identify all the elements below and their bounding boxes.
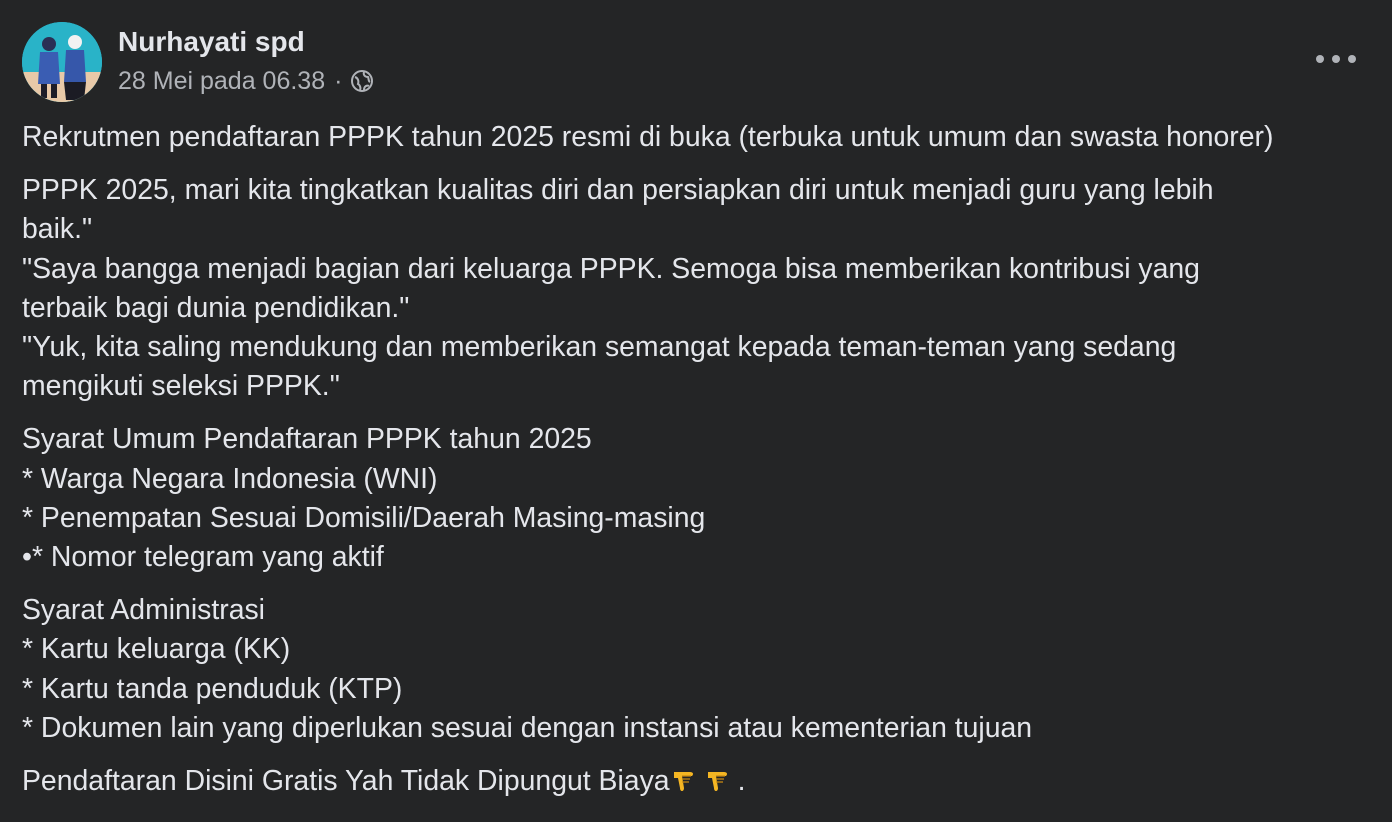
paragraph-closing: Pendaftaran Disini Gratis Yah Tidak Dipu… <box>22 762 1382 801</box>
paragraph-admin-requirements: Syarat Administrasi * Kartu keluarga (KK… <box>22 591 1382 748</box>
more-options-icon[interactable] <box>1316 44 1356 74</box>
post-text-line: * Kartu tanda penduduk (KTP) <box>22 672 403 705</box>
post-text-line: terbaik bagi dunia pendidikan." <box>22 291 410 324</box>
avatar[interactable] <box>22 22 102 102</box>
post-text-line: Syarat Administrasi <box>22 594 265 627</box>
post-text-line: •* Nomor telegram yang aktif <box>22 541 384 574</box>
paragraph-general-requirements: Syarat Umum Pendaftaran PPPK tahun 2025 … <box>22 420 1382 577</box>
post-text-line: * Penempatan Sesuai Domisili/Daerah Masi… <box>22 501 706 534</box>
post-body: Rekrutmen pendaftaran PPPK tahun 2025 re… <box>22 118 1382 815</box>
post-text-line: "Saya bangga menjadi bagian dari keluarg… <box>22 252 1200 285</box>
closing-suffix: . <box>737 765 746 798</box>
paragraph-intro: Rekrutmen pendaftaran PPPK tahun 2025 re… <box>22 118 1382 157</box>
post-text-line: PPPK 2025, mari kita tingkatkan kualitas… <box>22 174 1214 207</box>
post-header: Nurhayati spd 28 Mei pada 06.38 · <box>22 22 374 102</box>
more-dot <box>1348 55 1356 63</box>
facebook-post: Nurhayati spd 28 Mei pada 06.38 · Rekrut… <box>0 0 1392 822</box>
globe-icon[interactable] <box>350 69 374 93</box>
post-subline: 28 Mei pada 06.38 · <box>118 66 374 96</box>
post-text-line: Syarat Umum Pendaftaran PPPK tahun 2025 <box>22 423 592 456</box>
separator-dot: · <box>334 67 343 95</box>
post-text-line: baik." <box>22 213 93 246</box>
pointing-down-emoji <box>670 766 700 796</box>
more-dot <box>1332 55 1340 63</box>
post-text-line: "Yuk, kita saling mendukung dan memberik… <box>22 331 1177 364</box>
post-text-line: mengikuti seleksi PPPK." <box>22 370 340 403</box>
closing-line: Pendaftaran Disini Gratis Yah Tidak Dipu… <box>22 762 1382 801</box>
post-meta: Nurhayati spd 28 Mei pada 06.38 · <box>118 22 374 96</box>
post-timestamp[interactable]: 28 Mei pada 06.38 <box>118 66 325 96</box>
paragraph-quotes: PPPK 2025, mari kita tingkatkan kualitas… <box>22 171 1382 406</box>
post-text-line: Rekrutmen pendaftaran PPPK tahun 2025 re… <box>22 121 1274 153</box>
author-name[interactable]: Nurhayati spd <box>118 25 374 59</box>
post-text-line: * Warga Negara Indonesia (WNI) <box>22 462 438 495</box>
more-dot <box>1316 55 1324 63</box>
pointing-down-emoji <box>704 766 734 796</box>
closing-text: Pendaftaran Disini Gratis Yah Tidak Dipu… <box>22 765 670 798</box>
post-text-line: * Kartu keluarga (KK) <box>22 633 291 666</box>
post-text-line: * Dokumen lain yang diperlukan sesuai de… <box>22 711 1033 744</box>
